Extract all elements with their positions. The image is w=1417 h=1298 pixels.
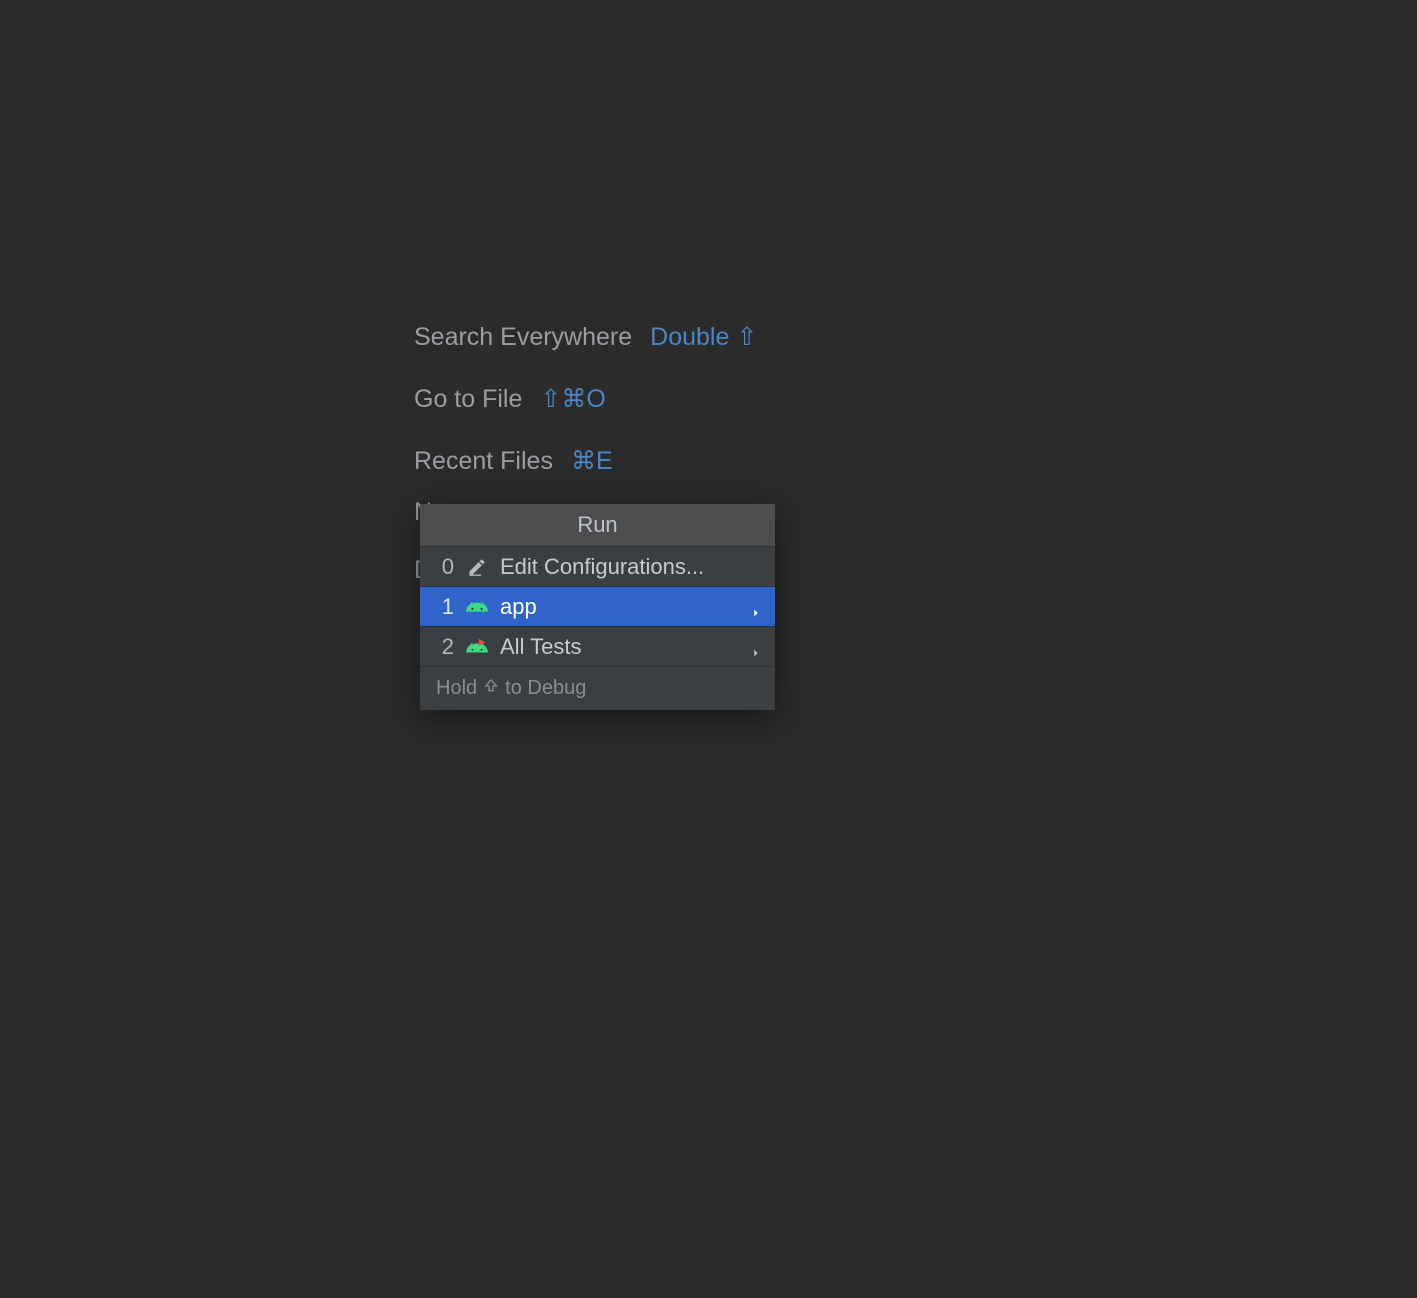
run-item-edit-configurations[interactable]: 0 Edit Configurations...: [420, 546, 775, 586]
hint-shortcut: ⇧⌘O: [540, 384, 605, 414]
run-item-label: Edit Configurations...: [500, 554, 763, 580]
hint-go-to-file: Go to File ⇧⌘O: [414, 384, 757, 414]
chevron-right-icon: [749, 640, 763, 654]
footer-text-post: to Debug: [505, 677, 586, 700]
run-item-label: All Tests: [500, 634, 737, 660]
android-icon: [466, 596, 488, 618]
run-item-app[interactable]: 1 app: [420, 586, 775, 626]
hint-label: Go to File: [414, 385, 522, 414]
editor-shortcut-hints: Search Everywhere Double ⇧ Go to File ⇧⌘…: [414, 322, 757, 476]
hint-shortcut: Double ⇧: [650, 322, 757, 352]
footer-text-pre: Hold: [436, 677, 477, 700]
chevron-right-icon: [749, 600, 763, 614]
run-popup-footer: Hold to Debug: [420, 666, 775, 710]
run-item-index: 2: [432, 634, 454, 660]
hint-shortcut: ⌘E: [571, 446, 613, 476]
run-item-label: app: [500, 594, 737, 620]
run-item-index: 1: [432, 594, 454, 620]
run-item-all-tests[interactable]: 2 All Tests: [420, 626, 775, 666]
run-popup: Run 0 Edit Configurations... 1 app 2: [420, 504, 775, 710]
shift-icon: [483, 677, 499, 700]
hint-label: Search Everywhere: [414, 323, 632, 352]
hint-search-everywhere: Search Everywhere Double ⇧: [414, 322, 757, 352]
android-test-icon: [466, 636, 488, 658]
run-item-index: 0: [432, 554, 454, 580]
run-popup-title: Run: [420, 504, 775, 546]
hint-recent-files: Recent Files ⌘E: [414, 446, 757, 476]
hint-label: Recent Files: [414, 447, 553, 476]
pencil-icon: [466, 556, 488, 578]
